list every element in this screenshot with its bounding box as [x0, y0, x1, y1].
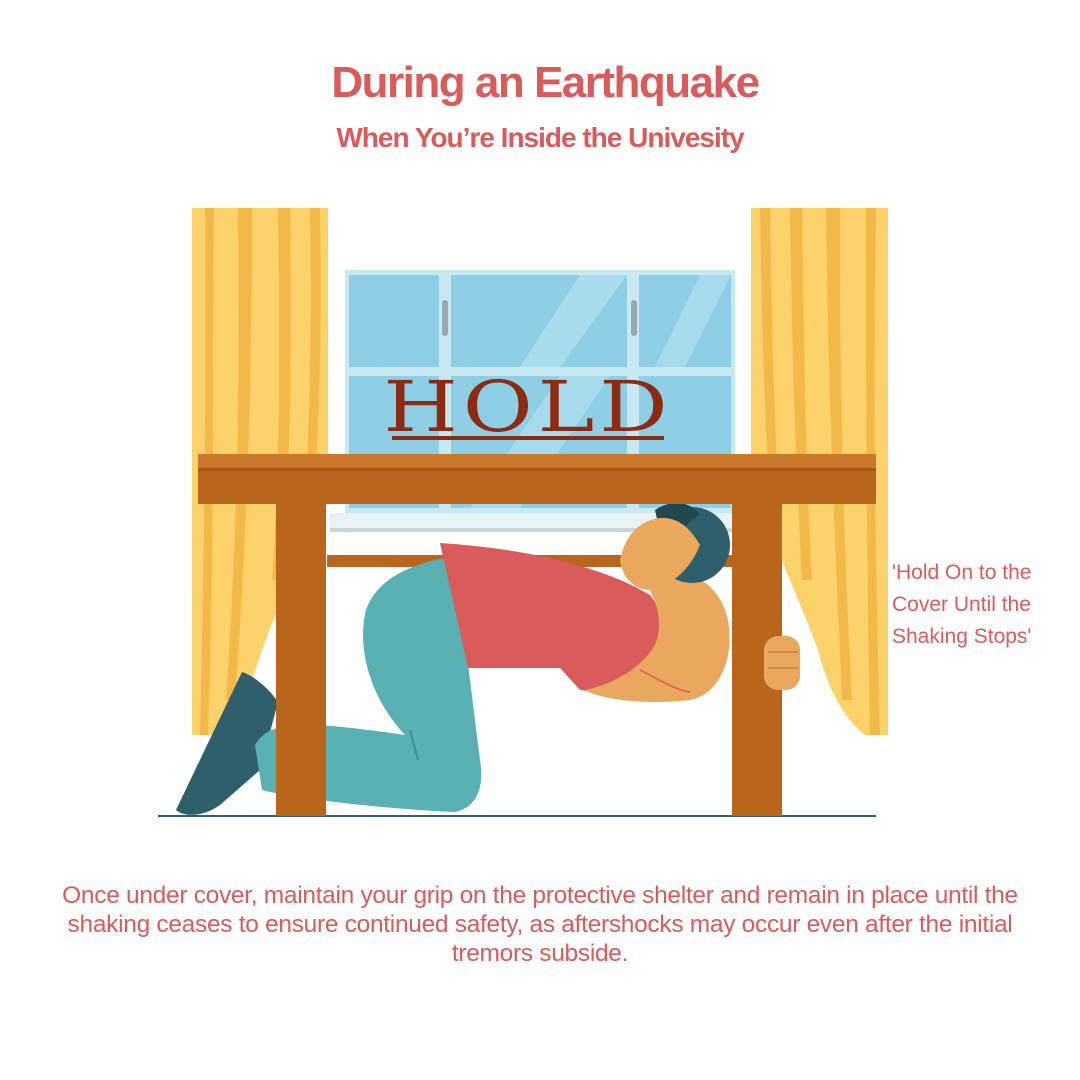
side-note: 'Hold On to the Cover Until the Shaking …	[892, 557, 1072, 653]
side-note-line: Cover Until the	[892, 593, 1031, 616]
side-note-line: Shaking Stops'	[892, 625, 1032, 648]
hold-sign-underline	[392, 436, 664, 440]
caption-text: Once under cover, maintain your grip on …	[62, 881, 1018, 967]
side-note-line: 'Hold On to the	[892, 561, 1032, 584]
